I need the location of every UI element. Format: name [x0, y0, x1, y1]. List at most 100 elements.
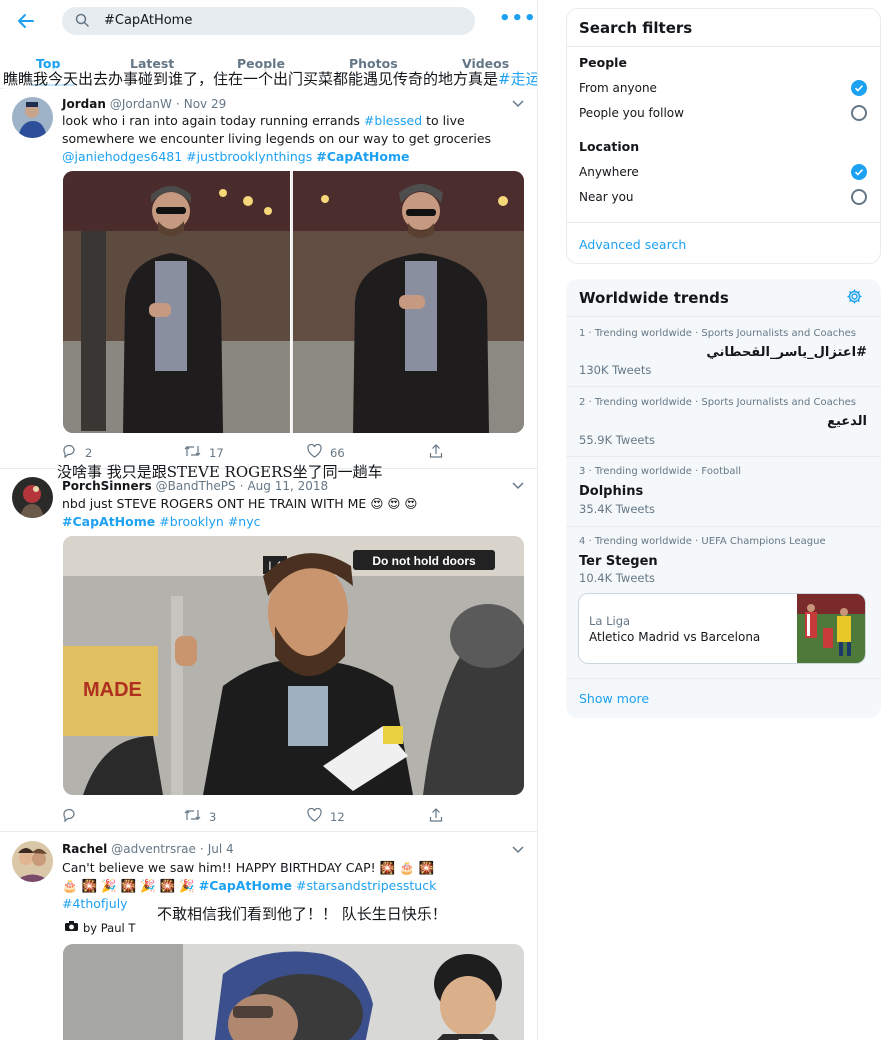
- filter-group-label: Location: [579, 139, 640, 154]
- filter-option-from-anyone[interactable]: From anyone: [579, 81, 657, 95]
- radio-icon[interactable]: [851, 105, 867, 121]
- trend-title: Ter Stegen: [579, 554, 658, 569]
- tweet-text: look who i ran into again today running …: [62, 113, 492, 164]
- chevron-down-icon[interactable]: [512, 98, 526, 108]
- divider: [567, 46, 880, 47]
- divider: [566, 678, 881, 679]
- trend-item[interactable]: 1 · Trending worldwide · Sports Journali…: [566, 316, 881, 386]
- reply-button[interactable]: [62, 808, 85, 826]
- back-arrow-icon[interactable]: [12, 8, 40, 36]
- subway-sign: Do not hold doors: [372, 554, 476, 568]
- display-name[interactable]: Jordan: [62, 97, 106, 111]
- emoji: 🎇 🎂 🎇: [379, 860, 435, 875]
- card-thumbnail: [797, 594, 865, 663]
- display-name[interactable]: PorchSinners: [62, 479, 152, 493]
- search-filters-panel: Search filters People From anyone People…: [566, 8, 881, 264]
- card-match: Atletico Madrid vs Barcelona: [589, 630, 761, 644]
- reply-button[interactable]: 2: [62, 444, 92, 462]
- display-name[interactable]: Rachel: [62, 842, 107, 856]
- checkmark-icon[interactable]: [851, 80, 867, 96]
- translation-caption: 不敢相信我们看到他了！！ 队长生日快乐！: [157, 905, 447, 923]
- chevron-down-icon[interactable]: [512, 480, 526, 490]
- heart-icon: [307, 443, 322, 462]
- share-icon: [429, 808, 443, 826]
- mention-link[interactable]: @janiehodges6481: [62, 149, 182, 164]
- heart-icon: [307, 807, 322, 826]
- emoji: 😍 😍 😍: [370, 496, 418, 511]
- translation-overlay: 瞧瞧我今天出去办事碰到谁了，住在一个出门买菜都能遇见传奇的地方真是#走运: [3, 68, 537, 89]
- trends-panel: Worldwide trends 1 · Trending worldwide …: [566, 279, 881, 718]
- tweet-actions: 2 17 66: [62, 443, 502, 462]
- poster-text: MADE: [83, 679, 142, 701]
- avatar[interactable]: [12, 841, 53, 882]
- filter-option-people-you-follow[interactable]: People you follow: [579, 106, 684, 120]
- share-button[interactable]: [429, 808, 443, 826]
- like-button[interactable]: 66: [307, 443, 345, 462]
- trend-item[interactable]: 4 · Trending worldwide · UEFA Champions …: [566, 526, 881, 678]
- hashtag-link[interactable]: #starsandstripesstuck: [296, 878, 436, 893]
- divider: [567, 222, 880, 223]
- more-options-icon[interactable]: •••: [499, 8, 536, 34]
- trend-item[interactable]: 3 · Trending worldwide · Football Dolphi…: [566, 456, 881, 526]
- reply-icon: [62, 808, 77, 826]
- tweet-photo[interactable]: [63, 171, 524, 433]
- tweet-photo[interactable]: [63, 944, 524, 1040]
- filter-group-label: People: [579, 55, 627, 70]
- filter-option-near-you[interactable]: Near you: [579, 190, 634, 204]
- timestamp[interactable]: Nov 29: [184, 97, 227, 111]
- tweet[interactable]: 没啥事 我只是跟STEVE ROGERS坐了同一趟车 PorchSinners @…: [0, 463, 537, 832]
- hashtag-link[interactable]: #4thofjuly: [62, 896, 128, 911]
- retweet-icon: [184, 444, 201, 462]
- search-query: #CapAtHome: [104, 13, 193, 28]
- hashtag-link[interactable]: #nyc: [228, 514, 261, 529]
- retweet-button[interactable]: 17: [184, 444, 224, 462]
- retweet-icon: [184, 808, 201, 826]
- search-input[interactable]: #CapAtHome: [62, 7, 475, 35]
- show-more-link[interactable]: Show more: [579, 691, 649, 706]
- retweet-button[interactable]: 3: [184, 808, 216, 826]
- tweet[interactable]: Rachel @adventrsrae · Jul 4 Can't believe w…: [0, 832, 537, 1040]
- main-column: #CapAtHome ••• Top Latest People Photos …: [0, 0, 538, 1040]
- overlay-hashtag[interactable]: #走运: [498, 70, 537, 88]
- panel-title: Worldwide trends: [579, 289, 729, 307]
- hashtag-link[interactable]: #blessed: [364, 113, 422, 128]
- handle[interactable]: @JordanW: [110, 97, 172, 111]
- emoji: 🎂 🎇 🎉 🎇 🎉 🎇 🎉: [62, 878, 195, 893]
- radio-icon[interactable]: [851, 189, 867, 205]
- handle[interactable]: @adventrsrae: [111, 842, 196, 856]
- like-button[interactable]: 12: [307, 807, 345, 826]
- filter-option-anywhere[interactable]: Anywhere: [579, 165, 639, 179]
- hashtag-link[interactable]: #CapAtHome: [62, 514, 155, 529]
- tweet-photo[interactable]: Do not hold doors L4 MADE: [63, 536, 524, 795]
- tweet-text: nbd just STEVE ROGERS ONT HE TRAIN WITH …: [62, 496, 418, 529]
- chevron-down-icon[interactable]: [512, 844, 526, 854]
- hashtag-link[interactable]: #justbrooklynthings: [186, 149, 312, 164]
- handle[interactable]: @BandThePS: [156, 479, 236, 493]
- timestamp[interactable]: Aug 11, 2018: [247, 479, 328, 493]
- reply-icon: [62, 444, 77, 462]
- avatar[interactable]: [12, 477, 53, 518]
- checkmark-icon[interactable]: [851, 164, 867, 180]
- panel-title: Search filters: [579, 19, 693, 37]
- advanced-search-link[interactable]: Advanced search: [579, 237, 686, 252]
- trend-card[interactable]: La Liga Atletico Madrid vs Barcelona: [578, 593, 866, 664]
- timestamp[interactable]: Jul 4: [208, 842, 234, 856]
- trend-title: Dolphins: [579, 484, 644, 499]
- tweet[interactable]: Jordan @JordanW · Nov 29 look who i ran int…: [0, 89, 537, 469]
- overlay-text: 瞧瞧我今天出去办事碰到谁了，住在一个出门买菜都能遇见传奇的地方真是: [3, 70, 499, 88]
- avatar[interactable]: [12, 97, 53, 138]
- hashtag-link[interactable]: #brooklyn: [159, 514, 224, 529]
- search-icon: [75, 13, 89, 27]
- card-league: La Liga: [589, 614, 631, 628]
- trend-item[interactable]: 2 · Trending worldwide · Sports Journali…: [566, 386, 881, 456]
- trend-title: #اعتزال_ياسر_القحطاني: [706, 345, 867, 360]
- camera-icon: [64, 920, 79, 935]
- hashtag-link[interactable]: #CapAtHome: [199, 878, 292, 893]
- share-icon: [429, 444, 443, 462]
- photo-credit: by Paul T: [64, 920, 135, 935]
- trend-title: الدعيع: [827, 414, 867, 429]
- hashtag-link[interactable]: #CapAtHome: [316, 149, 409, 164]
- gear-icon[interactable]: [846, 288, 863, 309]
- tweet-actions: 3 12: [62, 807, 502, 826]
- share-button[interactable]: [429, 444, 443, 462]
